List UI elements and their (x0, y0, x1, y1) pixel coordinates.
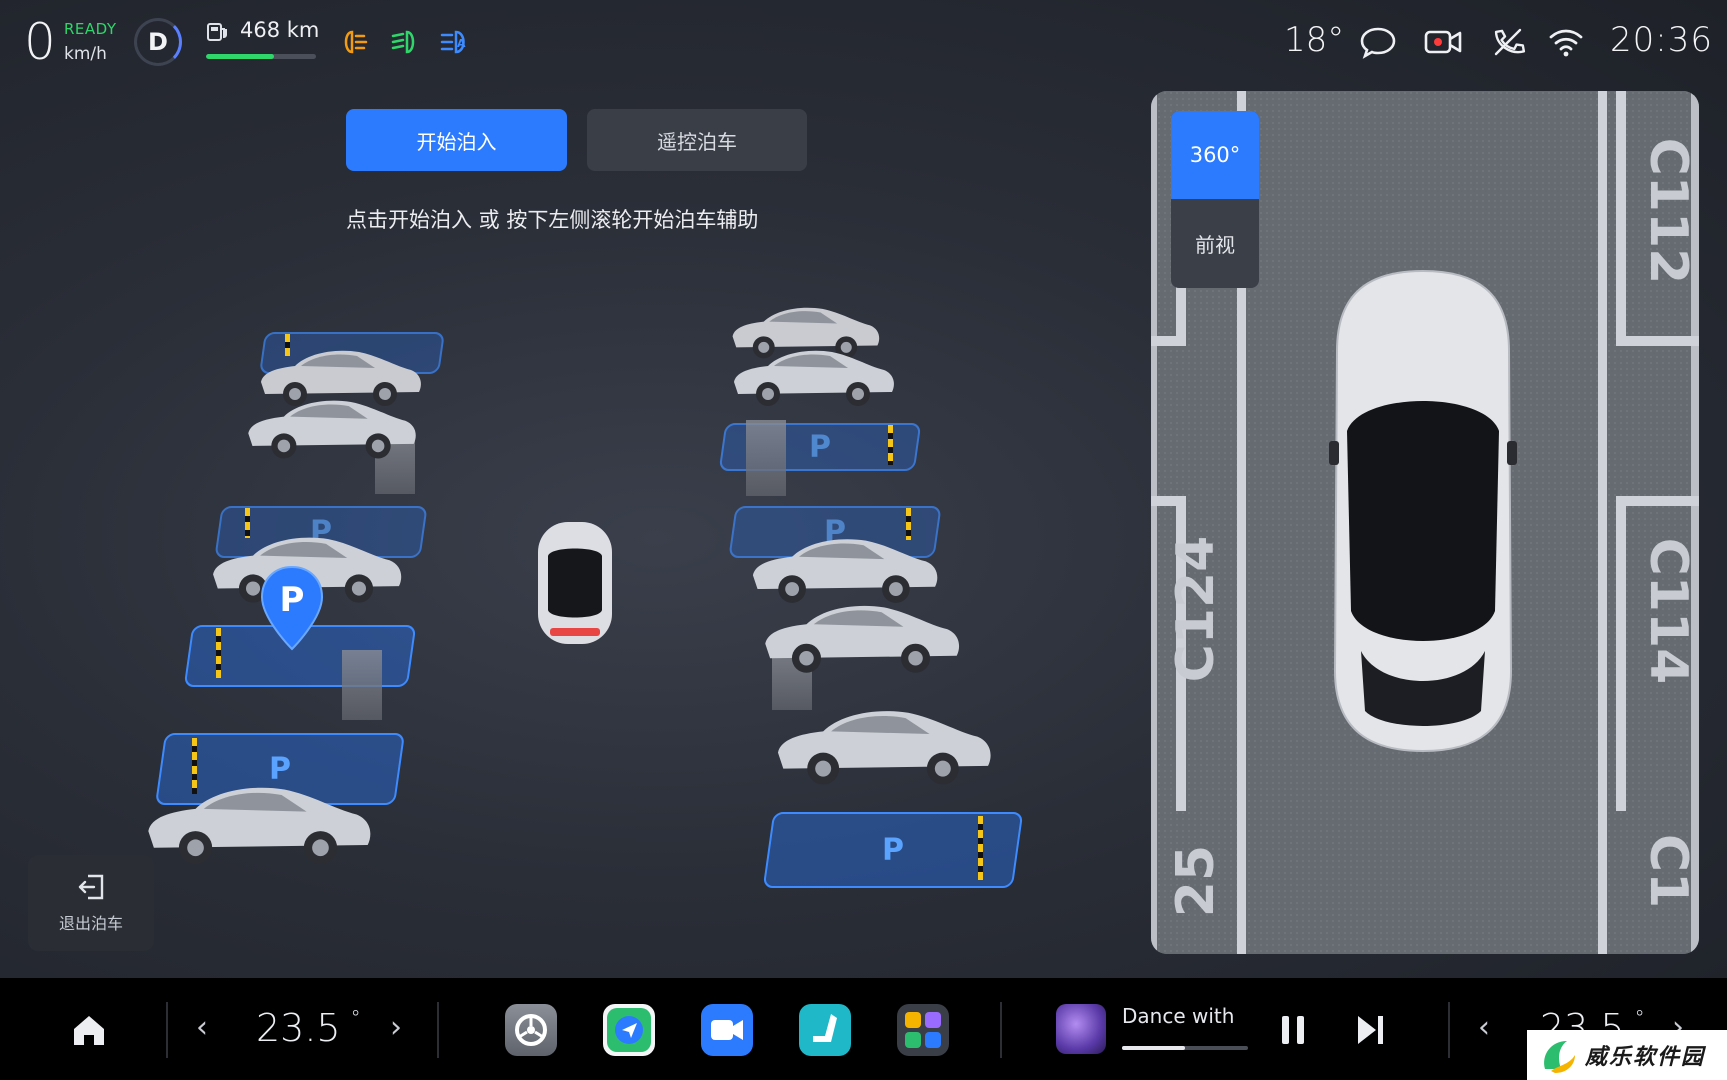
lane-marking (888, 425, 893, 465)
dock-divider (166, 1002, 168, 1058)
temp-left-increase[interactable]: › (390, 1010, 402, 1045)
parking-slot[interactable]: P (762, 812, 1024, 888)
auto-high-beam-icon: A (440, 30, 466, 54)
music-progress[interactable] (1122, 1046, 1248, 1050)
parked-car (734, 350, 894, 406)
outside-temperature: 18° (1284, 20, 1345, 60)
degree-symbol: ° (350, 1006, 361, 1030)
battery-range-icon (207, 23, 227, 41)
parking-light-icon (391, 30, 415, 54)
camera-view-tabs: 360° 前视 (1171, 111, 1259, 288)
watermark-logo-icon (1544, 1041, 1575, 1073)
status-bar: 0 READY km/h D 468 km A 18° 20:36 (0, 0, 1727, 84)
range-bar-fill (206, 54, 275, 59)
pillar (342, 650, 382, 720)
range-value: 468 km (240, 18, 320, 42)
parked-car (248, 400, 416, 459)
bay-label: C1 (1638, 834, 1698, 908)
low-beam-icon (344, 30, 368, 54)
app-group-icon[interactable] (897, 1004, 949, 1056)
wifi-icon[interactable] (1546, 24, 1586, 60)
seat-icon[interactable] (799, 1004, 851, 1056)
bay-label: C114 (1638, 538, 1698, 685)
navigation-icon[interactable] (603, 1004, 655, 1056)
dock-divider (1000, 1002, 1002, 1058)
driver-temperature: 23.5 ° (256, 1006, 361, 1050)
watermark: 威乐软件园 (1527, 1030, 1727, 1080)
range-bar (206, 54, 316, 59)
lane-marking (216, 628, 221, 678)
ready-indicator: READY (64, 20, 117, 38)
parking-hint: 点击开始泊入 或 按下左侧滚轮开始泊车辅助 (346, 208, 759, 232)
speed-value: 0 (24, 13, 56, 71)
next-track-icon[interactable] (1354, 1012, 1386, 1048)
gear-label: D (148, 28, 168, 56)
ego-vehicle (538, 522, 612, 644)
exit-parking-label: 退出泊车 (58, 914, 123, 933)
temp-right-decrease[interactable]: ‹ (1478, 1010, 1490, 1045)
tab-360-view[interactable]: 360° (1171, 111, 1259, 199)
video-call-icon[interactable] (701, 1004, 753, 1056)
tab-front-view[interactable]: 前视 (1171, 199, 1259, 288)
driver-temperature-value: 23.5 (256, 1006, 341, 1050)
clock: 20:36 (1610, 20, 1713, 60)
remote-parking-button[interactable]: 遥控泊车 (587, 109, 807, 171)
svg-text:P: P (280, 580, 305, 620)
start-parking-button[interactable]: 开始泊入 (346, 109, 567, 171)
parked-car (777, 711, 991, 785)
settings-icon[interactable] (505, 1004, 557, 1056)
bay-label: 25 (1166, 845, 1226, 917)
music-title[interactable]: Dance with (1122, 1004, 1248, 1028)
album-art[interactable] (1056, 1004, 1106, 1054)
exit-parking-button[interactable]: 退出泊车 (28, 855, 154, 951)
pillar (746, 420, 786, 496)
parked-car (148, 787, 371, 865)
bay-label: C112 (1638, 138, 1698, 285)
range-indicator: 468 km (206, 18, 320, 66)
bay-label: C124 (1166, 536, 1226, 683)
dock-divider (1448, 1002, 1450, 1058)
gear-indicator: D (134, 18, 182, 66)
parking-screen: 0 READY km/h D 468 km A 18° 20:36 开始泊入 遥… (0, 0, 1727, 978)
svg-text:A: A (457, 37, 466, 50)
phone-icon[interactable] (1488, 24, 1528, 60)
message-icon[interactable] (1358, 24, 1398, 60)
camera-recording-icon[interactable] (1423, 24, 1463, 60)
lane-marking (978, 816, 983, 880)
temp-left-decrease[interactable]: ‹ (196, 1010, 208, 1045)
parked-car (765, 605, 960, 673)
car-top-view (1329, 269, 1517, 753)
pause-icon[interactable] (1278, 1012, 1308, 1048)
music-progress-fill (1122, 1046, 1185, 1050)
degree-symbol: ° (1634, 1006, 1645, 1030)
parking-pin-icon[interactable]: P (256, 563, 328, 653)
speed-unit: km/h (64, 44, 107, 64)
exit-icon (78, 874, 104, 900)
watermark-text: 威乐软件园 (1585, 1045, 1706, 1070)
dock-divider (437, 1002, 439, 1058)
home-icon[interactable] (70, 1012, 108, 1048)
